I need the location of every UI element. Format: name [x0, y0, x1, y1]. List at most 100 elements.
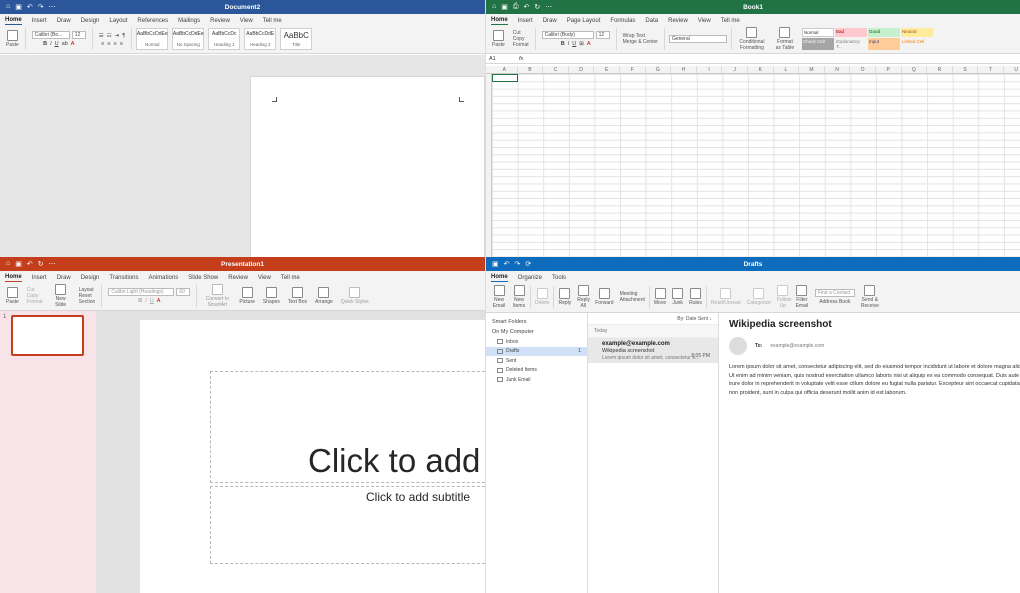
tab-animations[interactable]: Animations [149, 275, 179, 282]
more-icon[interactable]: ⋯ [49, 3, 56, 11]
forward-button[interactable]: Forward [593, 288, 615, 306]
col-header[interactable]: M [799, 66, 825, 73]
redo-icon[interactable]: ↻ [534, 3, 540, 11]
attachment-button[interactable]: Attachment [620, 297, 645, 303]
tab-view[interactable]: View [240, 18, 253, 25]
home-icon[interactable]: ⌂ [6, 260, 10, 268]
tab-review[interactable]: Review [668, 18, 688, 25]
paste-button[interactable]: Paste [490, 30, 507, 48]
tab-insert[interactable]: Insert [32, 18, 47, 25]
col-header[interactable]: L [774, 66, 800, 73]
message-item[interactable]: example@example.com Wikipedia screenshot… [588, 338, 718, 363]
strike-button[interactable]: ab [62, 41, 68, 47]
undo-icon[interactable]: ↶ [523, 3, 529, 11]
reply-button[interactable]: Reply [556, 288, 573, 306]
font-size-select[interactable]: 12 [595, 31, 610, 39]
underline-button[interactable]: U [55, 41, 59, 47]
col-header[interactable]: U [1004, 66, 1020, 73]
cell-style-normal[interactable]: Normal [801, 28, 834, 37]
quick-styles-button[interactable]: Quick Styles [339, 287, 371, 305]
col-header[interactable]: O [850, 66, 876, 73]
cell-style-input[interactable]: Input [867, 38, 900, 50]
tab-home[interactable]: Home [5, 17, 22, 25]
italic-button[interactable]: I [568, 41, 570, 47]
rules-button[interactable]: Rules [687, 288, 704, 306]
style-title[interactable]: AaBbC Title [280, 28, 313, 50]
undo-icon[interactable]: ↶ [504, 260, 510, 268]
cell-style-bad[interactable]: Bad [834, 28, 867, 37]
tab-draw[interactable]: Draw [543, 18, 557, 25]
move-button[interactable]: Move [652, 288, 668, 306]
font-name-select[interactable]: Calibri (Bo... [31, 31, 70, 39]
paste-button[interactable]: Paste [4, 287, 21, 305]
col-header[interactable]: G [646, 66, 672, 73]
section-button[interactable]: Section [79, 299, 96, 305]
tab-home[interactable]: Home [491, 274, 508, 282]
fx-icon[interactable]: fx [519, 56, 523, 62]
on-my-computer[interactable]: On My Computer [486, 327, 587, 337]
folder-junk[interactable]: Junk Email [486, 375, 587, 385]
col-header[interactable]: B [518, 66, 544, 73]
follow-up-button[interactable]: Follow Up [775, 285, 791, 309]
style-normal[interactable]: AaBbCcDdEe Normal [136, 28, 169, 50]
tab-review[interactable]: Review [210, 18, 230, 25]
align-left-icon[interactable]: ≡ [101, 41, 104, 47]
tab-review[interactable]: Review [228, 275, 248, 282]
smart-folders[interactable]: Smart Folders [486, 317, 587, 327]
delete-button[interactable]: Delete [533, 288, 551, 306]
selected-cell[interactable] [492, 74, 518, 82]
folder-sent[interactable]: Sent [486, 356, 587, 366]
cell-style-check[interactable]: Check Cell [801, 38, 834, 50]
tab-references[interactable]: References [137, 18, 168, 25]
slide-canvas[interactable]: Click to add title Click to add subtitle [140, 320, 485, 593]
new-email-button[interactable]: New Email [490, 285, 508, 309]
tab-transitions[interactable]: Transitions [109, 275, 138, 282]
tab-organize[interactable]: Organize [518, 275, 542, 282]
tab-home[interactable]: Home [491, 17, 508, 25]
col-header[interactable]: S [953, 66, 979, 73]
filter-email-button[interactable]: Filter Email [793, 285, 811, 309]
redo-icon[interactable]: ↷ [515, 260, 521, 268]
name-box[interactable]: A1 [489, 56, 513, 62]
save-icon[interactable]: ▣ [492, 260, 499, 268]
tab-data[interactable]: Data [645, 18, 658, 25]
align-right-icon[interactable]: ≡ [114, 41, 117, 47]
tab-home[interactable]: Home [5, 274, 22, 282]
tell-me[interactable]: Tell me [263, 18, 282, 25]
find-contact-input[interactable]: Find a Contact [814, 289, 855, 297]
new-slide-button[interactable]: New Slide [49, 284, 73, 308]
slide-thumbnail[interactable] [11, 315, 84, 356]
font-name-select[interactable]: Calibri Light (Headings) [108, 288, 175, 296]
col-header[interactable]: D [569, 66, 595, 73]
underline-button[interactable]: U [572, 41, 576, 47]
style-heading-1[interactable]: AaBbCcDc Heading 1 [208, 28, 241, 50]
style-no-spacing[interactable]: AaBbCcDdEe No Spacing [172, 28, 205, 50]
cell-style-neutral[interactable]: Neutral [900, 28, 933, 37]
justify-icon[interactable]: ≡ [120, 41, 123, 47]
cell-area[interactable] [492, 74, 1020, 257]
format-painter-button[interactable]: Format [513, 42, 529, 48]
tab-view[interactable]: View [698, 18, 711, 25]
save-icon[interactable]: ▣ [15, 260, 22, 268]
italic-button[interactable]: I [50, 41, 52, 47]
tab-insert[interactable]: Insert [518, 18, 533, 25]
bold-button[interactable]: B [43, 41, 47, 47]
font-size-select[interactable]: 12 [71, 31, 86, 39]
title-placeholder[interactable]: Click to add title [210, 371, 485, 483]
subtitle-placeholder[interactable]: Click to add subtitle [210, 486, 485, 564]
save-icon[interactable]: ▣ [501, 3, 508, 11]
tab-view[interactable]: View [258, 275, 271, 282]
col-header[interactable]: E [594, 66, 620, 73]
shapes-button[interactable]: Shapes [261, 287, 282, 305]
number-format-select[interactable]: General [668, 35, 727, 43]
tell-me[interactable]: Tell me [281, 275, 300, 282]
cell-style-explanatory[interactable]: Explanatory T... [835, 38, 867, 50]
tab-layout[interactable]: Layout [109, 18, 127, 25]
align-center-icon[interactable]: ≡ [107, 41, 110, 47]
address-book-button[interactable]: Address Book [819, 299, 850, 305]
home-icon[interactable]: ⌂ [492, 3, 496, 11]
font-name-select[interactable]: Calibri (Body) [541, 31, 594, 39]
recipient-address[interactable]: example@example.com [770, 343, 824, 349]
col-header[interactable]: F [620, 66, 646, 73]
col-header[interactable]: T [978, 66, 1004, 73]
